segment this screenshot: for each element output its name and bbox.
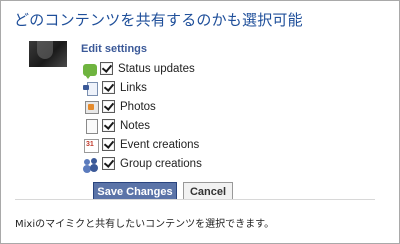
avatar — [29, 41, 67, 67]
option-photos: Photos — [83, 97, 202, 116]
group-icon — [83, 157, 99, 171]
save-changes-button[interactable]: Save Changes — [93, 182, 177, 199]
notes-icon — [83, 118, 99, 134]
option-group-creations: Group creations — [83, 154, 202, 173]
cancel-button[interactable]: Cancel — [183, 182, 233, 199]
option-label: Notes — [120, 119, 151, 132]
caption-text: Mixiのマイミクと共有したいコンテンツを選択できます。 — [15, 219, 275, 230]
option-event-creations: Event creations — [83, 135, 202, 154]
settings-screenshot: Edit settings Status updates Links Photo… — [15, 41, 375, 200]
option-label: Links — [120, 81, 147, 94]
edit-settings-heading[interactable]: Edit settings — [81, 43, 147, 55]
content-options-list: Status updates Links Photos Notes Event — [83, 59, 202, 173]
option-label: Status updates — [118, 62, 195, 75]
event-creations-checkbox[interactable] — [102, 138, 115, 151]
option-label: Event creations — [120, 138, 200, 151]
option-status-updates: Status updates — [83, 59, 202, 79]
photos-checkbox[interactable] — [102, 100, 115, 113]
page-title: どのコンテンツを共有するのかも選択可能 — [14, 11, 303, 29]
link-icon — [83, 81, 99, 96]
notes-checkbox[interactable] — [102, 119, 115, 132]
article-frame: どのコンテンツを共有するのかも選択可能 Edit settings Status… — [0, 0, 400, 244]
option-label: Group creations — [120, 157, 202, 170]
option-links: Links — [83, 78, 202, 97]
status-icon — [83, 63, 97, 79]
option-label: Photos — [120, 100, 156, 113]
status-updates-checkbox[interactable] — [100, 62, 113, 75]
group-creations-checkbox[interactable] — [102, 157, 115, 170]
links-checkbox[interactable] — [102, 81, 115, 94]
calendar-icon — [83, 138, 99, 153]
photo-icon — [83, 100, 99, 114]
option-notes: Notes — [83, 116, 202, 135]
